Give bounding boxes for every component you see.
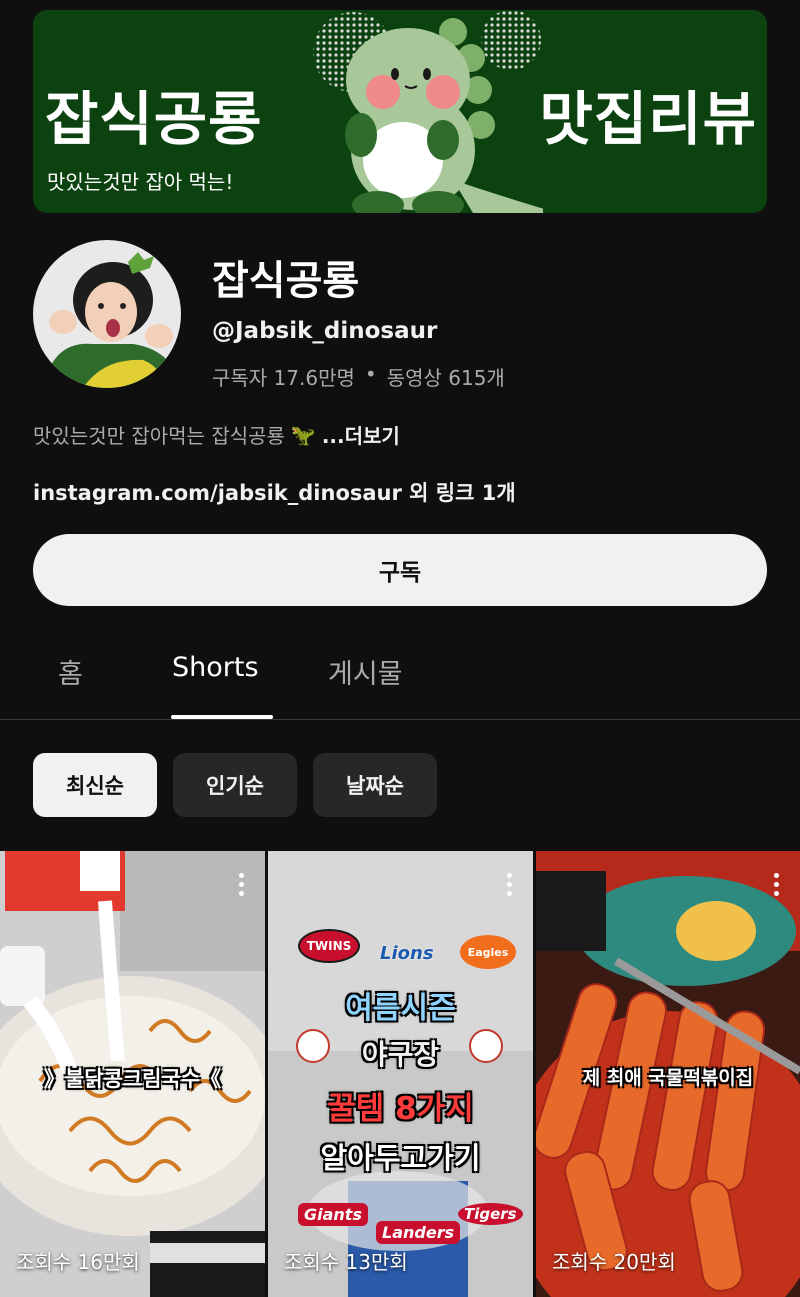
view-count: 조회수 13만회: [284, 1250, 408, 1274]
chip-popular[interactable]: 인기순: [173, 753, 297, 817]
short-thumbnail-2[interactable]: TWINS Lions Eagles 여름시즌 야구장 꿀템 8가지 알아두고가…: [268, 851, 533, 1297]
chip-oldest[interactable]: 날짜순: [313, 753, 437, 817]
channel-stats: 구독자 17.6만명 • 동영상 615개: [212, 362, 505, 391]
chip-latest[interactable]: 최신순: [33, 753, 157, 817]
team-logo-tigers: Tigers: [458, 1203, 523, 1225]
tab-shorts[interactable]: Shorts: [172, 652, 259, 683]
channel-name: 잡식공룡: [212, 258, 360, 304]
banner-subtitle: 맛있는것만 잡아 먹는!: [47, 170, 234, 194]
dinosaur-mascot-icon: [313, 10, 543, 213]
team-logo-giants: Giants: [298, 1203, 368, 1226]
dinosaur-emoji-icon: 🦖: [290, 422, 316, 447]
team-logo-lions: Lions: [380, 943, 434, 964]
channel-description[interactable]: 맛있는것만 잡아먹는 잡식공룡 🦖 ...더보기: [33, 420, 400, 449]
channel-avatar[interactable]: [33, 240, 181, 388]
team-logo-eagles: Eagles: [460, 935, 516, 969]
more-options-icon[interactable]: [774, 873, 780, 900]
active-tab-indicator: [171, 715, 273, 719]
short-caption-line-1: 여름시즌: [345, 991, 456, 1026]
subscriber-count: 구독자 17.6만명: [212, 366, 355, 390]
team-logo-landers: Landers: [376, 1221, 461, 1244]
short-caption-line-4: 알아두고가기: [320, 1141, 481, 1175]
short-caption: 》불닭콩크림국수《: [43, 1067, 222, 1091]
banner-title-left: 잡식공룡: [45, 85, 263, 153]
more-link[interactable]: ...더보기: [322, 420, 400, 449]
description-text: 맛있는것만 잡아먹는 잡식공룡: [33, 424, 285, 448]
tab-posts[interactable]: 게시물: [328, 652, 403, 691]
video-count: 동영상 615개: [386, 366, 505, 390]
view-count: 조회수 20만회: [552, 1250, 676, 1274]
channel-banner: 잡식공룡 맛있는것만 잡아 먹는! 맛집리뷰: [33, 10, 767, 213]
banner-title-right: 맛집리뷰: [539, 85, 757, 153]
short-thumbnail-3[interactable]: 제 최애 국물떡볶이집 조회수 20만회: [536, 851, 800, 1297]
channel-tabs: 홈 Shorts 게시물: [0, 640, 800, 720]
channel-handle: @Jabsik_dinosaur: [212, 318, 438, 344]
channel-external-link[interactable]: instagram.com/jabsik_dinosaur 외 링크 1개: [33, 477, 516, 507]
team-logo-twins: TWINS: [298, 929, 360, 963]
short-caption-line-3: 꿀템 8가지: [327, 1091, 474, 1127]
short-caption: 제 최애 국물떡볶이집: [582, 1067, 754, 1089]
stats-separator: •: [364, 362, 377, 386]
avatar-portrait-icon: [33, 240, 181, 388]
view-count: 조회수 16만회: [16, 1250, 140, 1274]
more-options-icon[interactable]: [507, 873, 513, 900]
tab-home[interactable]: 홈: [58, 652, 83, 691]
subscribe-button[interactable]: 구독: [33, 534, 767, 606]
short-caption-line-2: 야구장: [361, 1038, 440, 1071]
more-options-icon[interactable]: [239, 873, 245, 900]
short-thumbnail-1[interactable]: 》불닭콩크림국수《 조회수 16만회: [0, 851, 265, 1297]
